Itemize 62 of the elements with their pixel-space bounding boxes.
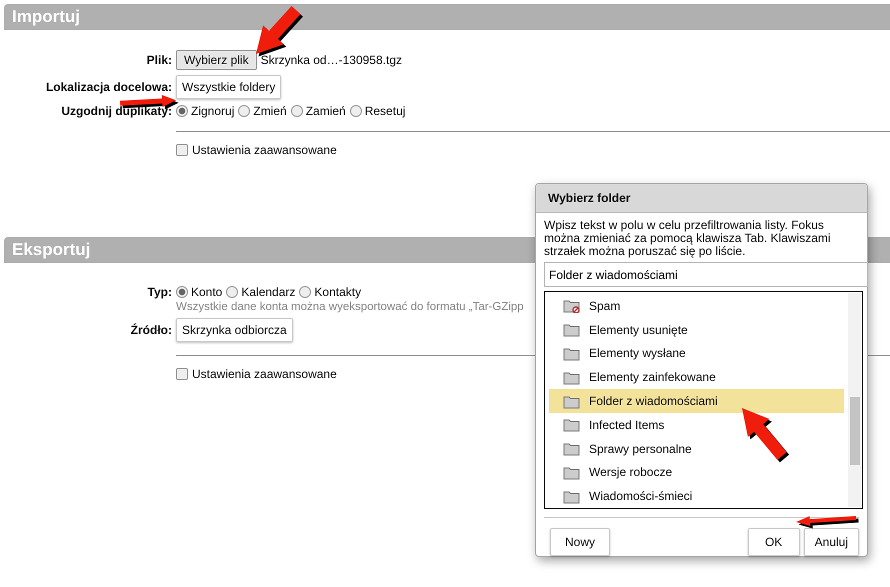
radio-button[interactable] bbox=[290, 105, 303, 117]
radio-option[interactable]: Zignoruj bbox=[176, 104, 234, 118]
checkbox[interactable] bbox=[176, 368, 188, 380]
folder-picker-button[interactable]: Skrzynka odbiorcza bbox=[176, 318, 293, 342]
checkbox[interactable] bbox=[176, 144, 188, 156]
field-label: Typ: bbox=[146, 285, 172, 299]
folder-item[interactable]: Wersje robocze bbox=[549, 460, 844, 484]
folder-item[interactable]: Elementy wysłane bbox=[549, 342, 844, 366]
folder-item[interactable]: Spam bbox=[549, 294, 844, 318]
field-label: Uzgodnij duplikaty: bbox=[60, 104, 172, 118]
file-name: Skrzynka od…-130958.tgz bbox=[260, 53, 402, 67]
folder-icon bbox=[563, 394, 580, 409]
spam-folder-icon bbox=[563, 298, 580, 314]
folder-icon bbox=[563, 370, 580, 385]
arrow-annotation bbox=[795, 515, 860, 530]
folder-icon bbox=[563, 322, 580, 338]
checkbox-label: Ustawienia zaawansowane bbox=[192, 367, 337, 381]
radio-label: Kalendarz bbox=[241, 285, 296, 299]
radio-option[interactable]: Resetuj bbox=[350, 104, 406, 118]
radio-button[interactable] bbox=[226, 286, 238, 298]
radio-label: Zignoruj bbox=[191, 104, 234, 118]
dialog-button[interactable]: OK bbox=[748, 528, 800, 556]
folder-item[interactable]: Elementy usunięte bbox=[549, 318, 844, 342]
radio-button[interactable] bbox=[176, 105, 188, 117]
field-label: Źródło: bbox=[130, 323, 172, 337]
radio-option[interactable]: Zmień bbox=[238, 104, 287, 118]
choose-file-button[interactable]: Wybierz plik bbox=[176, 50, 257, 70]
radio-label: Kontakty bbox=[314, 285, 362, 299]
radio-button[interactable] bbox=[238, 105, 250, 117]
dialog-button[interactable]: Anuluj bbox=[804, 528, 859, 556]
folder-icon bbox=[563, 417, 580, 432]
radio-label: Konto bbox=[191, 285, 222, 299]
radio-label: Resetuj bbox=[364, 104, 406, 118]
radio-button[interactable] bbox=[299, 286, 312, 298]
folder-item[interactable]: Infected Items bbox=[549, 412, 844, 437]
radio-label: Zmień bbox=[253, 104, 287, 118]
scrollbar[interactable] bbox=[848, 292, 862, 508]
radio-button[interactable] bbox=[350, 105, 362, 117]
radio-option[interactable]: Konto bbox=[176, 285, 222, 299]
radio-option[interactable]: Zamień bbox=[290, 104, 346, 118]
field-label: Plik: bbox=[146, 53, 172, 67]
folder-icon bbox=[563, 441, 580, 456]
field-label: Lokalizacja docelowa: bbox=[44, 80, 172, 94]
dialog-title: Wybierz folder bbox=[536, 184, 867, 213]
folder-item[interactable]: Sprawy personalne bbox=[549, 436, 844, 461]
radio-option[interactable]: Kalendarz bbox=[226, 285, 296, 299]
radio-option[interactable]: Kontakty bbox=[299, 285, 362, 299]
folder-icon bbox=[563, 488, 580, 504]
folder-icon bbox=[563, 464, 580, 480]
folder-icon bbox=[563, 346, 580, 361]
folder-picker-button[interactable]: Wszystkie foldery bbox=[176, 75, 282, 99]
radio-button[interactable] bbox=[176, 286, 188, 298]
folder-item[interactable]: Wiadomości-śmieci bbox=[549, 484, 844, 508]
dialog-button[interactable]: Nowy bbox=[550, 528, 610, 556]
radio-label: Zamień bbox=[306, 104, 346, 118]
folder-item[interactable]: Elementy zainfekowane bbox=[549, 365, 844, 390]
checkbox-label: Ustawienia zaawansowane bbox=[192, 143, 337, 157]
arrow-annotation bbox=[741, 407, 791, 464]
filter-input[interactable]: Folder z wiadomościami bbox=[544, 262, 868, 287]
folder-item[interactable]: Folder z wiadomościami bbox=[549, 389, 844, 413]
hint-text: Wszystkie dane konta można wyeksportować do formatu „Tar-GZipp bbox=[176, 301, 524, 313]
section-header: Importuj bbox=[4, 4, 890, 30]
